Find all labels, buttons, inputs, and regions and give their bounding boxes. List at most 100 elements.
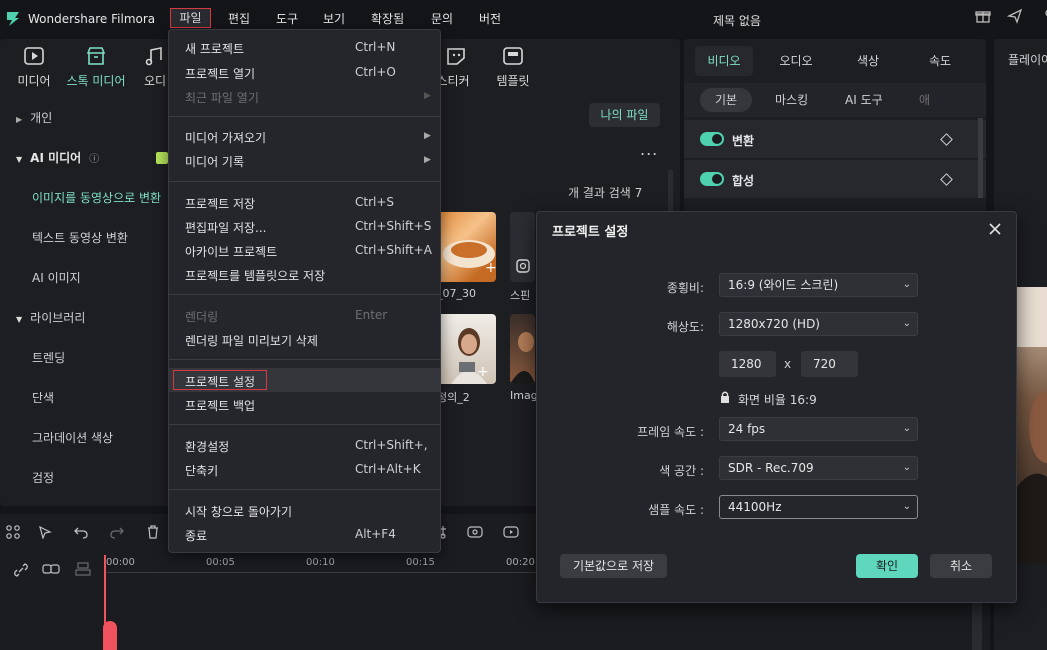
save-as-default-button[interactable]: 기본값으로 저장 [560, 554, 667, 578]
tab-templates[interactable]: 템플릿 [484, 44, 542, 92]
more-options-icon[interactable]: ... [640, 140, 658, 159]
menu-save-project[interactable]: 프로젝트 저장 [185, 195, 255, 212]
menu-open-project[interactable]: 프로젝트 열기 [185, 65, 255, 82]
tab-stock-media[interactable]: 스톡 미디어 [66, 44, 126, 92]
sample-rate-select[interactable]: 44100Hz ⌄ [719, 495, 918, 519]
subtab-basic[interactable]: 기본 [700, 88, 752, 112]
tab-color[interactable]: 색상 [838, 52, 898, 72]
menu-save-as[interactable]: 편집파일 저장... [185, 219, 267, 236]
tab-audio[interactable]: 오디 [138, 44, 170, 92]
tab-audio-label: 오디 [144, 74, 167, 88]
menu-help[interactable]: 문의 [431, 10, 453, 27]
menu-preferences[interactable]: 환경설정 [185, 438, 229, 455]
sidebar-item-trending[interactable]: 트렌딩 [32, 338, 173, 378]
menu-recent-files[interactable]: 최근 파일 열기 [185, 89, 259, 106]
property-row-transform[interactable]: 변환 [684, 120, 986, 158]
ruler-tick: 00:05 [206, 557, 235, 568]
subtab-masking[interactable]: 마스킹 [775, 91, 808, 108]
menu-separator [169, 424, 440, 425]
tab-speed[interactable]: 속도 [910, 52, 970, 72]
music-icon [145, 47, 162, 66]
sidebar-item-solid[interactable]: 단색 [32, 378, 173, 418]
menu-file[interactable]: 파일 [170, 8, 211, 28]
sidebar-item-text-to-video[interactable]: 텍스트 동영상 변환 [32, 218, 173, 258]
sticker-icon [447, 48, 465, 65]
ai-voice-icon[interactable] [466, 525, 484, 543]
account-icon[interactable] [1034, 8, 1047, 30]
group-icon[interactable] [42, 562, 60, 580]
help-icon[interactable]: ⓘ [89, 154, 99, 165]
sidebar-item-black[interactable]: 검정 [32, 458, 173, 498]
sidebar-item-ai-media[interactable]: ▼ AI 미디어 ⓘ [8, 138, 173, 178]
playhead-handle[interactable] [103, 621, 117, 650]
menu-render[interactable]: 렌더링 [185, 308, 218, 325]
layout-grid-icon[interactable] [4, 525, 22, 543]
track-settings-icon[interactable] [74, 562, 92, 580]
property-row-composite[interactable]: 합성 [684, 160, 986, 198]
keyframe-diamond-icon[interactable] [940, 173, 953, 186]
preview-title: 플레이어 [1008, 53, 1047, 67]
menu-exit[interactable]: 종료 [185, 527, 207, 544]
frame-rate-select[interactable]: 24 fps ⌄ [719, 417, 918, 441]
menu-new-project[interactable]: 새 프로젝트 [185, 40, 244, 57]
media-thumbnail[interactable] [510, 212, 535, 282]
tab-video[interactable]: 비디오 [695, 46, 753, 76]
menu-save-as-template[interactable]: 프로젝트를 템플릿으로 저장 [185, 267, 325, 284]
link-icon[interactable] [12, 562, 30, 580]
sidebar-item-gradient[interactable]: 그라데이션 색상 [32, 418, 173, 458]
timeline-scrollbar[interactable] [972, 600, 982, 650]
send-icon[interactable] [1004, 8, 1026, 30]
menu-project-backup[interactable]: 프로젝트 백업 [185, 397, 255, 414]
chevron-down-icon: ⌄ [902, 279, 911, 290]
menu-tools[interactable]: 도구 [276, 10, 298, 27]
ok-button[interactable]: 확인 [856, 554, 918, 578]
transform-toggle[interactable] [700, 132, 724, 146]
inspector-scrollbar[interactable] [978, 118, 983, 198]
tab-media[interactable]: 미디어 [4, 44, 64, 92]
media-thumbnail[interactable]: + [437, 212, 496, 282]
menu-media-history[interactable]: 미디어 기록 [185, 153, 244, 170]
my-files-button[interactable]: 나의 파일 [589, 103, 660, 127]
record-icon[interactable] [502, 525, 520, 543]
menu-keyboard-shortcuts[interactable]: 단축키 [185, 462, 218, 479]
subtab-ai-tools[interactable]: AI 도구 [845, 91, 883, 108]
media-thumbnail[interactable] [510, 314, 535, 384]
chevron-down-icon: ⌄ [902, 423, 911, 434]
close-icon[interactable] [988, 221, 1002, 240]
ruler-tick: 00:15 [406, 557, 435, 568]
keyframe-diamond-icon[interactable] [940, 133, 953, 146]
width-input[interactable]: 1280 [719, 351, 776, 377]
resolution-select[interactable]: 1280x720 (HD) ⌄ [719, 312, 918, 336]
menu-project-settings[interactable]: 프로젝트 설정 [185, 373, 255, 390]
media-thumbnail[interactable]: + [437, 314, 496, 384]
menu-delete-render-preview[interactable]: 렌더링 파일 미리보기 삭제 [185, 332, 318, 349]
menu-return-to-start[interactable]: 시작 창으로 돌아가기 [185, 503, 292, 520]
menu-archive-project[interactable]: 아카이브 프로젝트 [185, 243, 277, 260]
sidebar-item-library[interactable]: ▼ 라이브러리 [8, 298, 173, 338]
sidebar-item-image-to-video[interactable]: 이미지를 동영상으로 변환 [32, 178, 173, 218]
composite-toggle[interactable] [700, 172, 724, 186]
menu-extensions[interactable]: 확장됨 [371, 10, 404, 27]
sidebar-item-personal[interactable]: ▶ 개인 [8, 98, 173, 138]
color-space-select[interactable]: SDR - Rec.709 ⌄ [719, 456, 918, 480]
redo-icon[interactable] [108, 525, 126, 543]
frame-rate-value: 24 fps [728, 422, 766, 436]
undo-icon[interactable] [72, 525, 90, 543]
select-tool-icon[interactable] [36, 525, 54, 543]
ai-badge [156, 152, 168, 164]
menu-version[interactable]: 버전 [479, 10, 501, 27]
delete-icon[interactable] [144, 525, 162, 543]
height-input[interactable]: 720 [801, 351, 858, 377]
menu-import-media[interactable]: 미디어 가져오기 [185, 129, 266, 146]
sidebar-item-ai-image[interactable]: AI 이미지 [32, 258, 173, 298]
chevron-down-icon: ⌄ [902, 318, 911, 329]
menu-view[interactable]: 보기 [323, 10, 345, 27]
ruler-tick: 00:00 [106, 557, 135, 568]
gift-icon[interactable] [972, 8, 994, 30]
tab-audio-inspector[interactable]: 오디오 [766, 52, 826, 72]
lock-icon[interactable] [719, 390, 731, 407]
subtab-more[interactable]: 애 [919, 91, 930, 108]
aspect-ratio-select[interactable]: 16:9 (와이드 스크린) ⌄ [719, 273, 918, 297]
menu-edit[interactable]: 편집 [228, 10, 250, 27]
cancel-button[interactable]: 취소 [930, 554, 992, 578]
